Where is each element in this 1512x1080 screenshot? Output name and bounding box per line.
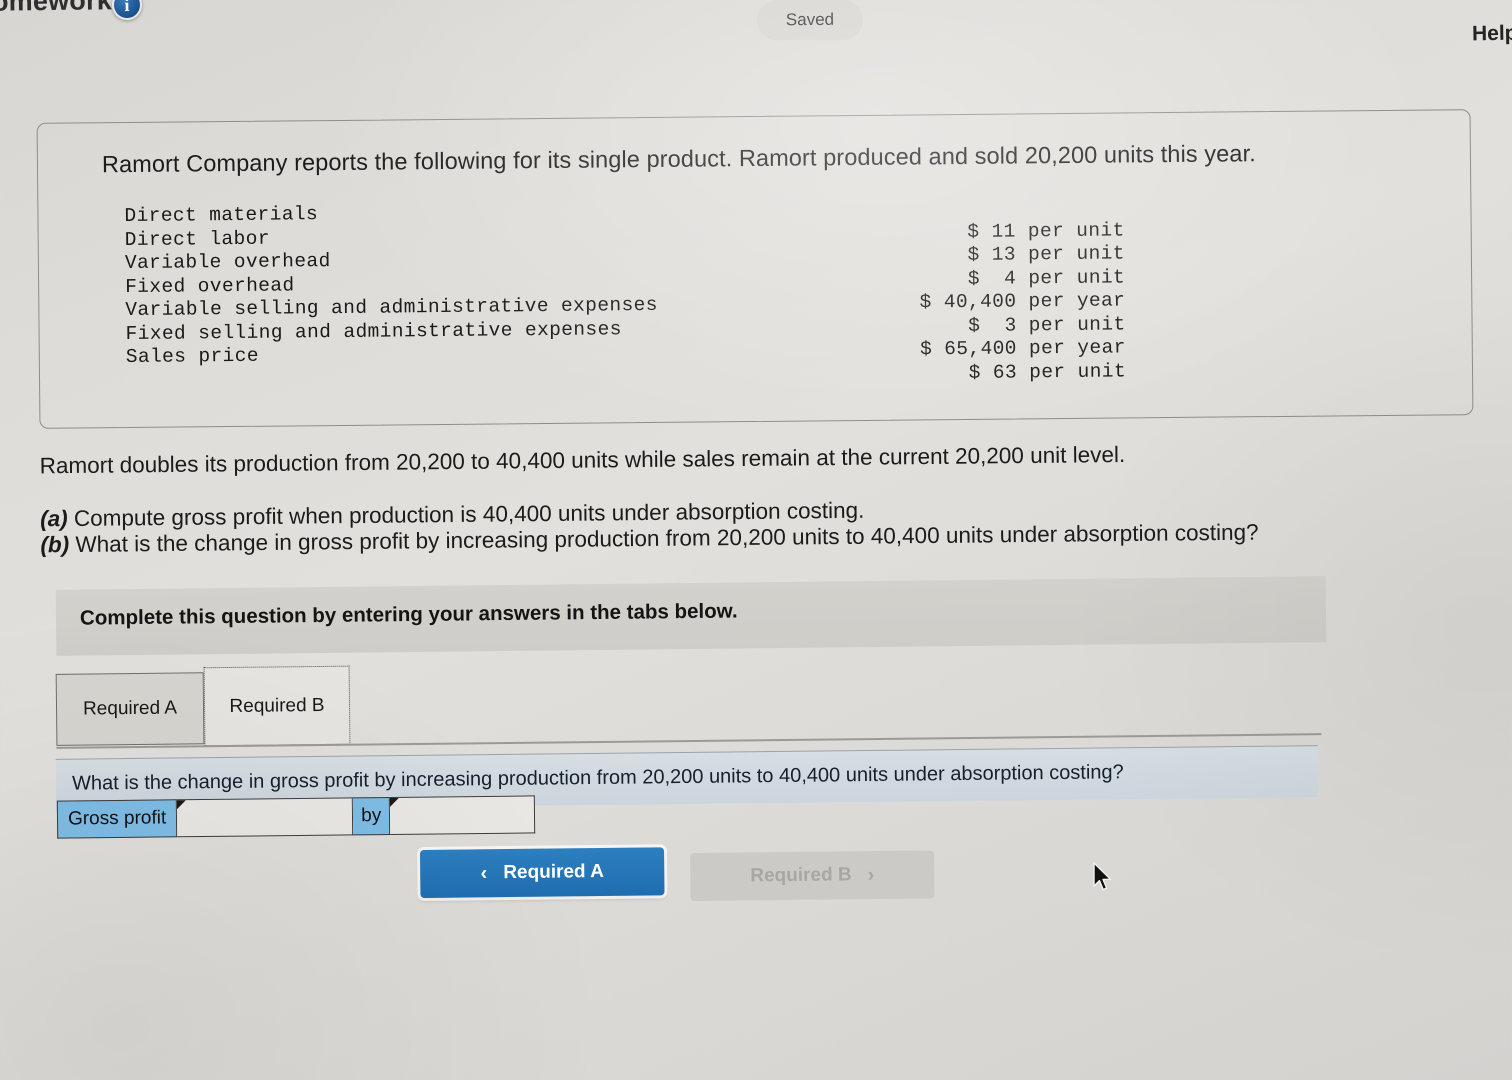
cost-value: $ 63 per unit (968, 359, 1127, 384)
gross-profit-direction-input[interactable] (177, 798, 353, 837)
part-a-label: (a) (40, 505, 68, 531)
mouse-cursor (1092, 862, 1114, 899)
part-b-label: (b) (40, 532, 70, 558)
instruction-text: Complete this question by entering your … (79, 599, 738, 630)
gross-profit-label: Gross profit (56, 799, 178, 839)
by-connector-label: by (352, 796, 391, 836)
answer-row: Gross profit by (56, 795, 536, 839)
help-link[interactable]: Help (1472, 22, 1512, 47)
next-button-label: Required B (750, 864, 852, 887)
page-title: omework (0, 0, 113, 17)
status-badge: Saved (756, 0, 864, 41)
gross-profit-direction-field[interactable] (177, 797, 354, 838)
gross-profit-amount-input[interactable] (390, 796, 535, 834)
info-icon[interactable]: i (111, 0, 143, 21)
prev-button-label: Required A (503, 861, 605, 884)
prev-required-a-button[interactable]: ‹ Required A (420, 847, 665, 898)
tab-required-a[interactable]: Required A (55, 672, 205, 746)
chevron-right-icon: › (867, 863, 875, 886)
next-required-b-button[interactable]: Required B › (690, 850, 935, 902)
tab-strip: Required A Required B (55, 655, 1322, 749)
instruction-banner: Complete this question by entering your … (55, 576, 1327, 656)
question-prose: Ramort doubles its production from 20,20… (39, 439, 1440, 559)
cost-table: Direct materials $ 11 per unit Direct la… (124, 195, 1126, 383)
fact-box: Ramort Company reports the following for… (36, 109, 1474, 429)
tab-required-b[interactable]: Required B (203, 665, 351, 747)
chevron-left-icon: ‹ (480, 861, 488, 884)
top-bar: omework i Saved Help (0, 0, 1512, 58)
question-row-text: What is the change in gross profit by in… (71, 761, 1124, 795)
gross-profit-amount-field[interactable] (390, 795, 536, 835)
fact-box-intro: Ramort Company reports the following for… (101, 140, 1256, 178)
